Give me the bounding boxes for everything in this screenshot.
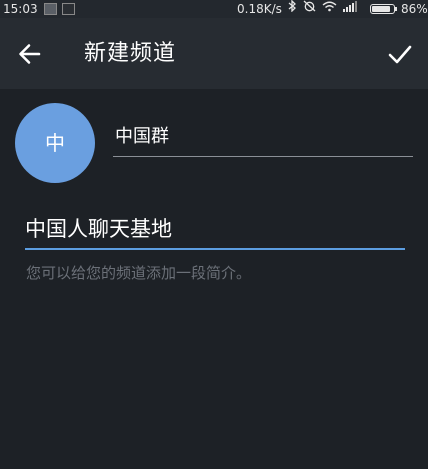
channel-description-value: 中国人聊天基地 [25, 217, 172, 241]
channel-avatar[interactable]: 中 [15, 103, 95, 183]
page-title: 新建频道 [84, 41, 177, 66]
channel-name-field[interactable]: 中国群 [113, 122, 413, 158]
arrow-left-icon [19, 44, 41, 64]
wifi-icon [322, 0, 337, 18]
new-channel-screen: 15:03 0.18K/s 86% 新建频道 中 中国群 中国人聊天基地 您可以… [0, 0, 428, 469]
channel-description-field[interactable]: 中国人聊天基地 [25, 213, 405, 251]
channel-name-underline [113, 156, 413, 157]
battery-tip [395, 7, 397, 11]
battery-percent: 86% [401, 2, 428, 16]
done-button[interactable] [380, 36, 420, 72]
check-icon [388, 45, 412, 64]
battery-level-fill [372, 6, 390, 12]
notification-icon [44, 3, 57, 15]
notification-icon [62, 3, 75, 15]
signal-icon [343, 0, 358, 18]
status-bar: 15:03 0.18K/s 86% [0, 0, 428, 18]
channel-description-underline [25, 248, 405, 250]
status-icons [288, 0, 358, 18]
description-hint: 您可以给您的频道添加一段简介。 [26, 264, 252, 282]
bluetooth-icon [288, 0, 297, 18]
status-time: 15:03 [3, 2, 38, 16]
back-button[interactable] [10, 36, 50, 72]
toolbar: 新建频道 [0, 18, 428, 89]
battery-icon [370, 4, 395, 14]
alarm-off-icon [303, 0, 316, 18]
channel-name-value: 中国群 [115, 126, 169, 147]
network-speed: 0.18K/s [237, 2, 282, 16]
